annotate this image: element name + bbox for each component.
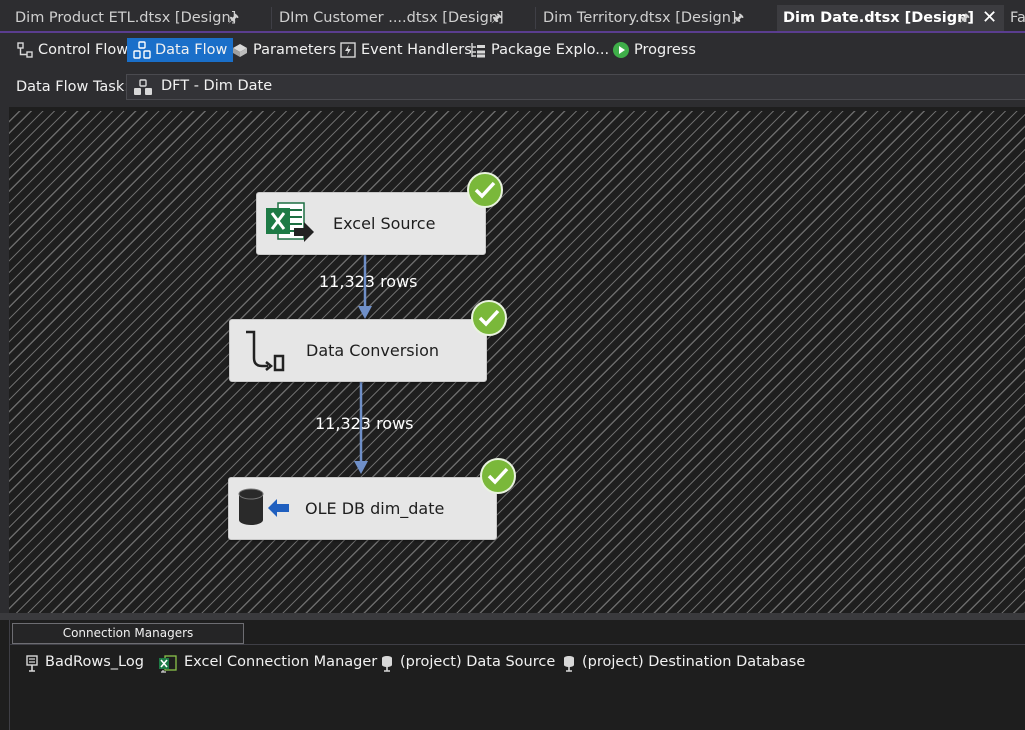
pin-icon[interactable]: 🖈 [733,5,744,31]
component-name: OLE DB dim_date [305,499,445,518]
component-excel-source[interactable]: Excel Source [256,192,486,255]
connection-manager-badrows-log[interactable]: BadRows_Log [25,654,144,672]
close-icon[interactable]: ✕ [982,5,997,31]
tab-label: Parameters [253,42,336,58]
connection-manager-data-source[interactable]: (project) Data Source [380,654,556,672]
connection-managers-tab[interactable]: Connection Managers [12,623,244,644]
connection-managers-panel: Connection Managers BadRows_Log Excel Co… [9,620,1025,730]
tab-package-explorer[interactable]: Package Explo... [463,38,615,62]
tab-overflow[interactable]: Fa [1010,5,1025,31]
tab-label: Dim Date.dtsx [Design] [783,10,975,26]
flat-file-connection-icon [26,655,38,672]
canvas-left-margin [0,107,9,617]
connection-manager-label: (project) Data Source [400,654,556,670]
path-row-count: 11,323 rows [319,272,418,291]
data-flow-task-label: Data Flow Task: [16,79,130,95]
tab-dim-territory[interactable]: Dim Territory.dtsx [Design] 🖈 [543,5,773,31]
tab-label: Progress [634,42,696,58]
tab-label: Dim Territory.dtsx [Design] [543,10,737,26]
tab-label: Control Flow [38,42,129,58]
tab-dim-date[interactable]: Dim Date.dtsx [Design] 🖈 ✕ [777,5,1004,31]
project-connection-icon [382,656,392,672]
success-check-icon [471,300,507,336]
tab-label: Fa [1010,10,1025,26]
excel-connection-icon [159,655,177,673]
connection-manager-destination-database[interactable]: (project) Destination Database [562,654,806,672]
tab-dim-customer[interactable]: DIm Customer ....dtsx [Design] 🖈 [279,5,529,31]
pin-icon[interactable]: 🖈 [228,5,239,31]
component-name: Excel Source [333,214,436,233]
tab-label: DIm Customer ....dtsx [Design] [279,10,504,26]
panel-splitter[interactable] [0,613,1025,620]
data-flow-task-value: DFT - Dim Date [161,78,273,94]
progress-icon [613,42,629,58]
designer-toolbar: Control Flow Data Flow Parameters Event … [0,33,1025,67]
tab-progress[interactable]: Progress [606,38,702,62]
component-data-conversion[interactable]: Data Conversion [229,319,487,382]
tab-divider [271,7,272,29]
data-flow-icon [133,41,151,59]
pin-icon[interactable]: 🖈 [959,5,970,31]
document-tab-bar: Dim Product ETL.dtsx [Design] 🖈 DIm Cust… [0,0,1025,33]
data-flow-task-bar: Data Flow Task: DFT - Dim Date [0,67,1025,107]
divider [10,644,1025,645]
data-conversion-icon [246,330,285,372]
project-connection-icon [564,656,574,672]
parameters-icon [233,44,247,57]
success-check-icon [480,458,516,494]
tab-data-flow[interactable]: Data Flow [127,38,234,62]
data-flow-task-dropdown[interactable]: DFT - Dim Date [126,74,1025,100]
connection-manager-label: (project) Destination Database [582,654,806,670]
connection-manager-excel[interactable]: Excel Connection Manager [158,654,378,673]
event-handlers-icon [340,42,356,58]
tab-label: Event Handlers [361,42,472,58]
tab-dim-product-etl[interactable]: Dim Product ETL.dtsx [Design] 🖈 [15,5,265,31]
component-name: Data Conversion [306,341,439,360]
excel-source-icon [266,202,314,242]
tab-parameters[interactable]: Parameters [225,38,342,62]
tab-label: Package Explo... [491,42,610,58]
tab-event-handlers[interactable]: Event Handlers [333,38,478,62]
tab-label: Data Flow [155,42,228,58]
pin-icon[interactable]: 🖈 [491,5,502,31]
connection-manager-label: Excel Connection Manager [184,654,378,670]
connection-manager-label: BadRows_Log [45,654,144,670]
success-check-icon [467,172,503,208]
oledb-destination-icon [238,488,289,525]
tab-label: Dim Product ETL.dtsx [Design] [15,10,237,26]
path-row-count: 11,323 rows [315,414,414,433]
tab-divider [535,7,536,29]
data-flow-design-canvas[interactable]: 11,323 rows 11,323 rows Excel Source Dat… [9,111,1025,613]
data-flow-task-icon [134,79,152,95]
tab-control-flow[interactable]: Control Flow [10,38,134,62]
component-oledb-destination[interactable]: OLE DB dim_date [228,477,497,540]
package-explorer-icon [471,43,485,58]
control-flow-icon [17,42,33,58]
